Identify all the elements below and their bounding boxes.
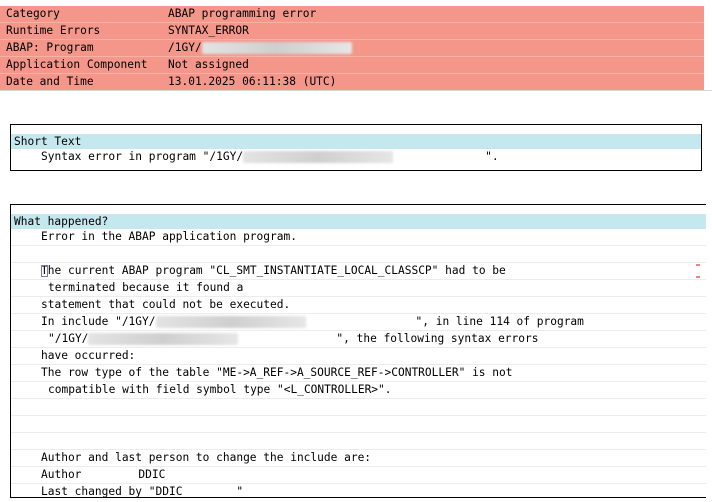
- text-line-blank: [11, 416, 706, 433]
- redacted-text: [155, 316, 306, 328]
- header-key: Date and Time: [6, 75, 94, 88]
- divider: [0, 90, 712, 91]
- text-line[interactable]: The row type of the table "ME->A_REF->A_…: [11, 365, 706, 382]
- header-value: /1GY/: [168, 40, 352, 56]
- error-header: Category ABAP programming error Runtime …: [0, 6, 704, 91]
- header-key: Runtime Errors: [6, 24, 101, 37]
- header-value: SYNTAX_ERROR: [168, 24, 249, 37]
- text-line[interactable]: In include "/1GY/ ", in line 114 of progr…: [11, 314, 706, 331]
- header-row-date-time: Date and Time 13.01.2025 06:11:38 (UTC): [0, 74, 704, 91]
- redacted-text: [243, 151, 394, 163]
- text-line[interactable]: Last changed by "DDIC ": [11, 484, 706, 500]
- text-line[interactable]: "/1GY/ ", the following syntax errors: [11, 331, 706, 348]
- text-line[interactable]: have occurred:: [11, 348, 706, 365]
- text-line[interactable]: compatible with field symbol type "<L_CO…: [11, 382, 706, 399]
- text-fragment: "/1GY/: [48, 332, 89, 345]
- author-label: Author: [41, 468, 82, 481]
- text-line[interactable]: terminated because it found a: [11, 280, 706, 297]
- header-row-program: ABAP: Program /1GY/: [0, 40, 704, 57]
- header-value: 13.01.2025 06:11:38 (UTC): [168, 75, 337, 88]
- header-row-category: Category ABAP programming error: [0, 6, 704, 23]
- program-name-prefix: /1GY/: [168, 41, 202, 54]
- text-line[interactable]: Error in the ABAP application program.: [11, 229, 706, 246]
- section-title: What happened?: [11, 214, 706, 229]
- text-fragment: Syntax error in program "/1GY/: [41, 150, 244, 163]
- text-fragment: ", the following syntax errors: [336, 332, 539, 345]
- header-key: Category: [6, 7, 60, 20]
- text-line-blank: [11, 246, 706, 263]
- author-value: DDIC: [138, 468, 166, 481]
- redacted-text: [88, 333, 239, 345]
- header-value: Not assigned: [168, 58, 249, 71]
- header-row-application-component: Application Component Not assigned: [0, 57, 704, 74]
- section-title: Short Text: [11, 134, 701, 149]
- text-line-blank: [11, 399, 706, 416]
- selection-marker-icon: [696, 264, 700, 278]
- redacted-text: [201, 42, 352, 54]
- text-line[interactable]: Author and last person to change the inc…: [11, 450, 706, 467]
- short-text-section: Short Text Syntax error in program "/1GY…: [10, 124, 702, 171]
- text-line-blank: [11, 433, 706, 450]
- header-key: ABAP: Program: [6, 41, 94, 54]
- text-line[interactable]: statement that could not be executed.: [11, 297, 706, 314]
- text-fragment: ".: [485, 150, 499, 163]
- short-text-line[interactable]: Syntax error in program "/1GY/ ".: [11, 149, 701, 165]
- what-happened-section: What happened? Error in the ABAP applica…: [10, 204, 706, 498]
- text-line[interactable]: Author DDIC: [11, 467, 706, 484]
- header-key: Application Component: [6, 58, 148, 71]
- text-cursor: [41, 265, 48, 277]
- text-fragment: In include "/1GY/: [41, 315, 156, 328]
- text-fragment: ", in line 114 of program: [415, 315, 584, 328]
- text-line[interactable]: The current ABAP program "CL_SMT_INSTANT…: [11, 263, 706, 280]
- header-row-runtime-errors: Runtime Errors SYNTAX_ERROR: [0, 23, 704, 40]
- header-value: ABAP programming error: [168, 7, 317, 20]
- text-fragment: he current ABAP program "CL_SMT_INSTANTI…: [47, 264, 506, 277]
